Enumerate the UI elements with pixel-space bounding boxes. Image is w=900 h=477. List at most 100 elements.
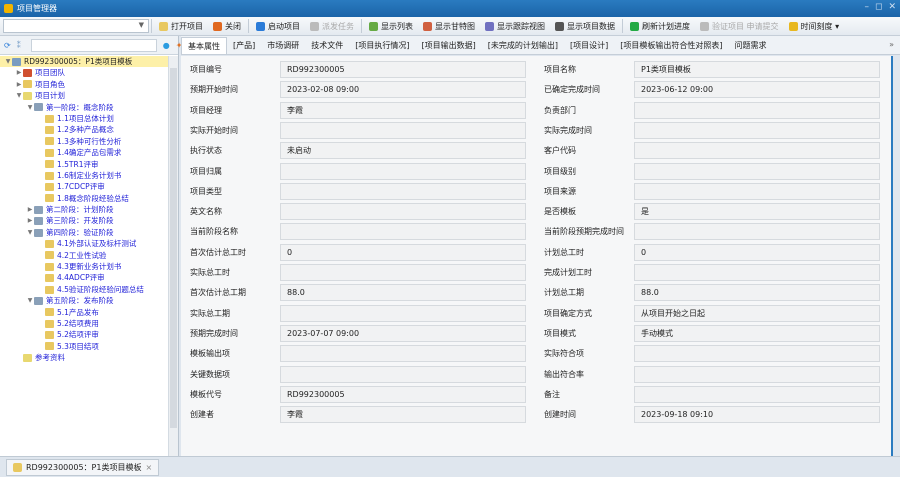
field-input[interactable]: [280, 223, 526, 241]
field-input[interactable]: [280, 162, 526, 180]
tree-node[interactable]: ▼ 项目计划: [0, 90, 168, 101]
field-input[interactable]: RD992300005: [280, 385, 526, 403]
tab[interactable]: [项目执行情况]: [349, 37, 415, 54]
maximize-icon[interactable]: ◻: [875, 2, 882, 12]
collapse-icon[interactable]: ▼: [26, 295, 34, 306]
expand-icon[interactable]: ▶: [26, 204, 34, 215]
field-input[interactable]: 88.0: [280, 284, 526, 302]
toolbar-button[interactable]: 打开项目: [154, 18, 208, 34]
tree-node[interactable]: ▶ 项目角色: [0, 79, 168, 90]
field-input[interactable]: 从项目开始之日起: [634, 304, 880, 322]
field-input[interactable]: 88.0: [634, 284, 880, 302]
tree-node[interactable]: 4.3更新业务计划书: [0, 261, 168, 272]
close-tab-icon[interactable]: ×: [145, 463, 152, 472]
tree-node[interactable]: ▶ 第三阶段：开发阶段: [0, 215, 168, 226]
tree-node[interactable]: 5.1产品发布: [0, 307, 168, 318]
field-input[interactable]: RD992300005: [280, 61, 526, 78]
field-input[interactable]: [280, 345, 526, 363]
toolbar-button[interactable]: 验证项目 申请提交: [695, 18, 784, 34]
tree-node[interactable]: 5.2结项评审: [0, 329, 168, 340]
tree-scrollbar[interactable]: [168, 56, 178, 456]
field-input[interactable]: 手动模式: [634, 324, 880, 342]
toolbar-button[interactable]: 显示列表: [364, 18, 418, 34]
tabs-overflow-icon[interactable]: »: [889, 40, 894, 49]
expand-tree-icon[interactable]: ⁑: [17, 41, 21, 50]
tree-node[interactable]: 1.5TR1评审: [0, 159, 168, 170]
toolbar-button[interactable]: 关闭: [208, 18, 246, 34]
tree-node[interactable]: ▶ 项目团队: [0, 67, 168, 78]
field-input[interactable]: [280, 182, 526, 200]
tab[interactable]: 基本属性: [181, 37, 227, 54]
expand-icon[interactable]: ▶: [15, 67, 23, 78]
tab[interactable]: 市场调研: [261, 37, 305, 54]
tab[interactable]: [项目模板输出符合性对照表]: [614, 37, 728, 54]
field-input[interactable]: 2023-07-07 09:00: [280, 324, 526, 342]
tab[interactable]: [产品]: [227, 37, 261, 54]
collapse-icon[interactable]: ▼: [26, 227, 34, 238]
toolbar-button[interactable]: 显示跟踪视图: [480, 18, 550, 34]
toolbar-button[interactable]: 时间刻度 ▾: [784, 18, 845, 34]
tree-node[interactable]: ▼ RD992300005：P1类项目模板: [0, 56, 168, 68]
field-input[interactable]: [280, 304, 526, 322]
field-input[interactable]: 2023-09-18 09:10: [634, 406, 880, 424]
tree-node[interactable]: 5.3项目结项: [0, 341, 168, 352]
field-input[interactable]: [634, 142, 880, 160]
field-input[interactable]: [634, 385, 880, 403]
collapse-icon[interactable]: ▼: [15, 90, 23, 101]
tab[interactable]: [项目输出数据]: [416, 37, 482, 54]
field-input[interactable]: 2023-02-08 09:00: [280, 81, 526, 99]
field-input[interactable]: [634, 182, 880, 200]
toolbar-button[interactable]: 启动项目: [251, 18, 305, 34]
document-tab[interactable]: RD992300005：P1类项目模板 ×: [6, 459, 160, 476]
field-input[interactable]: 李霞: [280, 101, 526, 119]
field-input[interactable]: [634, 121, 880, 139]
tree-node[interactable]: 4.2工业性试验: [0, 250, 168, 261]
tab[interactable]: [未完成的计划输出]: [482, 37, 564, 54]
toolbar-button[interactable]: 显示项目数据: [550, 18, 620, 34]
field-input[interactable]: [280, 365, 526, 383]
tree-node[interactable]: ▼ 第五阶段：发布阶段: [0, 295, 168, 306]
tree-node[interactable]: ▼ 第一阶段：概念阶段: [0, 102, 168, 113]
field-input[interactable]: 2023-06-12 09:00: [634, 81, 880, 99]
tab[interactable]: [项目设计]: [564, 37, 614, 54]
project-select[interactable]: ▼: [3, 19, 149, 33]
minimize-icon[interactable]: –: [864, 2, 869, 12]
field-input[interactable]: [634, 101, 880, 119]
collapse-icon[interactable]: ▼: [4, 56, 12, 67]
expand-icon[interactable]: ▶: [15, 79, 23, 90]
toolbar-button[interactable]: 显示甘特图: [418, 18, 480, 34]
tree-node[interactable]: 1.2多种产品概念: [0, 124, 168, 135]
collapse-icon[interactable]: ▼: [26, 102, 34, 113]
tree-node[interactable]: ▶ 第二阶段：计划阶段: [0, 204, 168, 215]
tab[interactable]: 问题需求: [729, 37, 773, 54]
field-input[interactable]: [634, 345, 880, 363]
tree-node[interactable]: 1.3多种可行性分析: [0, 136, 168, 147]
toolbar-button[interactable]: 派发任务: [305, 18, 359, 34]
tree-node[interactable]: 1.1项目总体计划: [0, 113, 168, 124]
field-input[interactable]: [634, 162, 880, 180]
tree-node[interactable]: 1.4确定产品包需求: [0, 147, 168, 158]
field-input[interactable]: [280, 264, 526, 281]
toolbar-button[interactable]: 刷新计划进度: [625, 18, 695, 34]
field-input[interactable]: 未启动: [280, 142, 526, 160]
search-next-icon[interactable]: ●: [163, 41, 170, 50]
expand-icon[interactable]: ▶: [26, 215, 34, 226]
tree-node[interactable]: 4.1外部认证及标杆测试: [0, 238, 168, 249]
field-input[interactable]: [634, 365, 880, 383]
tree-node[interactable]: 参考资料: [0, 352, 168, 363]
field-input[interactable]: 李霞: [280, 406, 526, 424]
field-input[interactable]: [280, 203, 526, 221]
field-input[interactable]: 0: [634, 243, 880, 261]
tree-node[interactable]: ▼ 第四阶段：验证阶段: [0, 227, 168, 238]
tree-node[interactable]: 1.6制定业务计划书: [0, 170, 168, 181]
tree-node[interactable]: 5.2结项费用: [0, 318, 168, 329]
field-input[interactable]: [280, 121, 526, 139]
refresh-tree-icon[interactable]: ⟳: [4, 41, 11, 50]
field-input[interactable]: P1类项目模板: [634, 61, 880, 78]
close-window-icon[interactable]: ✕: [888, 2, 896, 12]
field-input[interactable]: [634, 223, 880, 241]
tree-node[interactable]: 1.7CDCP评审: [0, 181, 168, 192]
tree-node[interactable]: 4.4ADCP评审: [0, 272, 168, 283]
tree-node[interactable]: 1.8概念阶段经验总结: [0, 193, 168, 204]
tree-search-input[interactable]: [30, 38, 157, 52]
